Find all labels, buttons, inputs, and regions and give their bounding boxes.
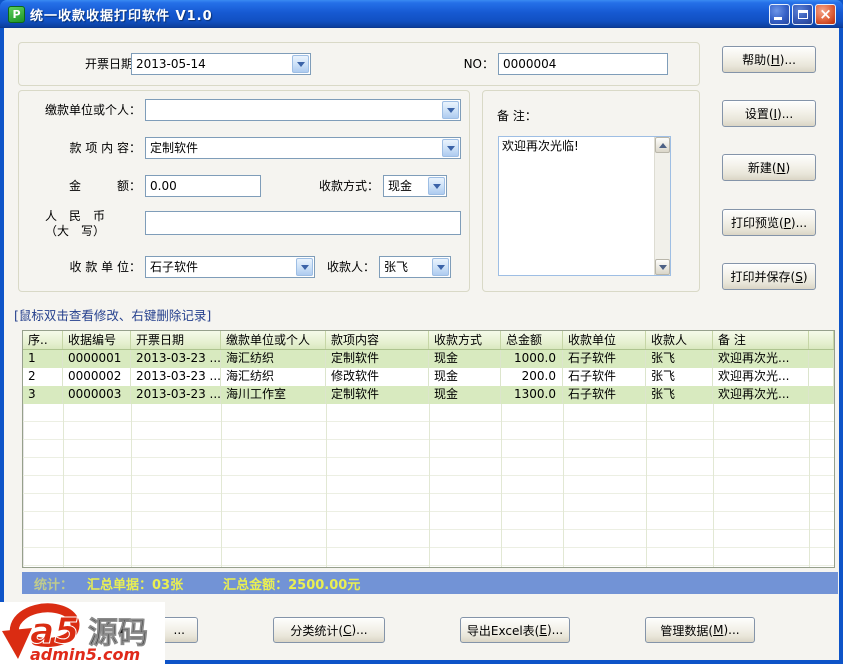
table-empty-rows <box>23 404 834 568</box>
status-label: 统计： <box>34 574 73 593</box>
records-grid[interactable]: 序.. 收据编号 开票日期 缴款单位或个人 款项内容 收款方式 总金额 收款单位… <box>22 330 835 568</box>
new-button[interactable]: 新建(N) <box>722 154 816 181</box>
app-window: P 统一收款收据打印软件 V1.0 开票日期： 2013-05-14 NO： 缴… <box>0 0 843 664</box>
a5-watermark-logo: a5 源码 admin5.com <box>0 602 165 664</box>
status-total-docs: 汇总单据：03张 <box>87 574 183 593</box>
chevron-down-icon <box>432 258 449 276</box>
col-header-payee-unit[interactable]: 收款单位 <box>563 331 646 349</box>
table-row[interactable]: 3 0000003 2013-03-23 ... 海川工作室 定制软件 现金 1… <box>23 386 834 404</box>
chevron-down-icon <box>296 258 313 276</box>
col-header-remark[interactable]: 备 注 <box>713 331 809 349</box>
grid-header-row: 序.. 收据编号 开票日期 缴款单位或个人 款项内容 收款方式 总金额 收款单位… <box>23 331 834 350</box>
col-header-method[interactable]: 收款方式 <box>429 331 501 349</box>
minimize-button[interactable] <box>769 4 790 25</box>
col-header-payer[interactable]: 缴款单位或个人 <box>221 331 326 349</box>
payee-unit-combo[interactable]: 石子软件 <box>145 256 315 278</box>
rmb-caps-input[interactable] <box>145 211 461 235</box>
amount-input[interactable] <box>145 175 261 197</box>
remark-label: 备 注： <box>497 105 577 127</box>
help-button[interactable]: 帮助(H)... <box>722 46 816 73</box>
col-header-spacer <box>809 331 834 349</box>
table-row[interactable]: 1 0000001 2013-03-23 ... 海汇纺织 定制软件 现金 10… <box>23 350 834 368</box>
print-save-button[interactable]: 打印并保存(S) <box>722 263 816 290</box>
invoice-date-value: 2013-05-14 <box>132 54 291 74</box>
chevron-down-icon <box>428 177 445 195</box>
payment-content-value: 定制软件 <box>146 138 441 158</box>
payer-label: 缴款单位或个人： <box>27 99 141 121</box>
title-bar[interactable]: P 统一收款收据打印软件 V1.0 <box>0 0 843 28</box>
logo-domain-text: admin5.com <box>30 645 140 664</box>
payment-method-value: 现金 <box>384 176 427 196</box>
payee-label: 收款人： <box>315 256 375 278</box>
payment-method-label: 收款方式： <box>299 175 379 197</box>
category-stats-button[interactable]: 分类统计(C)... <box>273 617 385 643</box>
status-bar: 统计： 汇总单据：03张 汇总金额：2500.00元 <box>22 572 838 594</box>
invoice-date-label: 开票日期： <box>35 53 145 75</box>
col-header-content[interactable]: 款项内容 <box>326 331 429 349</box>
payee-combo[interactable]: 张飞 <box>379 256 451 278</box>
payment-method-combo[interactable]: 现金 <box>383 175 447 197</box>
col-header-total[interactable]: 总金额 <box>501 331 563 349</box>
invoice-date-combo[interactable]: 2013-05-14 <box>131 53 311 75</box>
payment-content-combo[interactable]: 定制软件 <box>145 137 461 159</box>
groupbox-remark: 备 注： 欢迎再次光临! <box>482 90 700 292</box>
groupbox-date-no: 开票日期： 2013-05-14 NO： <box>18 42 700 86</box>
payment-content-label: 款 项 内 容： <box>27 137 141 159</box>
a5-logo-graphic: a5 源码 admin5.com <box>0 602 165 664</box>
grid-hint-text: [鼠标双击查看修改、右键删除记录] <box>14 305 211 324</box>
payee-value: 张飞 <box>380 257 431 277</box>
chevron-down-icon <box>442 139 459 157</box>
chevron-down-icon <box>292 55 309 73</box>
status-total-amount: 汇总金额：2500.00元 <box>223 574 360 593</box>
maximize-icon <box>798 10 808 19</box>
chevron-down-icon <box>442 101 459 119</box>
payee-unit-value: 石子软件 <box>146 257 295 277</box>
table-row[interactable]: 2 0000002 2013-03-23 ... 海汇纺织 修改软件 现金 20… <box>23 368 834 386</box>
settings-button[interactable]: 设置(I)... <box>722 100 816 127</box>
col-header-index[interactable]: 序.. <box>23 331 63 349</box>
groupbox-receipt-form: 缴款单位或个人： 款 项 内 容： 定制软件 金 额： 收款方式： 现金 人 民… <box>18 90 470 292</box>
col-header-receipt-no[interactable]: 收据编号 <box>63 331 131 349</box>
rmb-caps-label: 人 民 币 （大 写） <box>45 209 145 239</box>
amount-label: 金 额： <box>27 175 141 197</box>
print-preview-button[interactable]: 打印预览(P)... <box>722 209 816 236</box>
no-label: NO： <box>439 53 494 75</box>
window-title: 统一收款收据打印软件 V1.0 <box>30 5 213 24</box>
no-input[interactable] <box>498 53 668 75</box>
scroll-up-icon[interactable] <box>655 137 670 153</box>
minimize-icon <box>774 17 782 20</box>
col-header-payee[interactable]: 收款人 <box>646 331 713 349</box>
payer-combo[interactable] <box>145 99 461 121</box>
app-icon: P <box>8 6 25 23</box>
client-area: 开票日期： 2013-05-14 NO： 缴款单位或个人： 款 项 内 容： 定… <box>4 28 839 660</box>
close-button[interactable] <box>815 4 836 25</box>
scroll-down-icon[interactable] <box>655 259 670 275</box>
remark-text: 欢迎再次光临! <box>499 137 654 275</box>
manage-data-button[interactable]: 管理数据(M)... <box>645 617 755 643</box>
remark-scrollbar[interactable] <box>654 137 670 275</box>
col-header-date[interactable]: 开票日期 <box>131 331 221 349</box>
maximize-button[interactable] <box>792 4 813 25</box>
export-excel-button[interactable]: 导出Excel表(E)... <box>460 617 570 643</box>
remark-textarea[interactable]: 欢迎再次光临! <box>498 136 671 276</box>
payee-unit-label: 收 款 单 位： <box>27 256 141 278</box>
